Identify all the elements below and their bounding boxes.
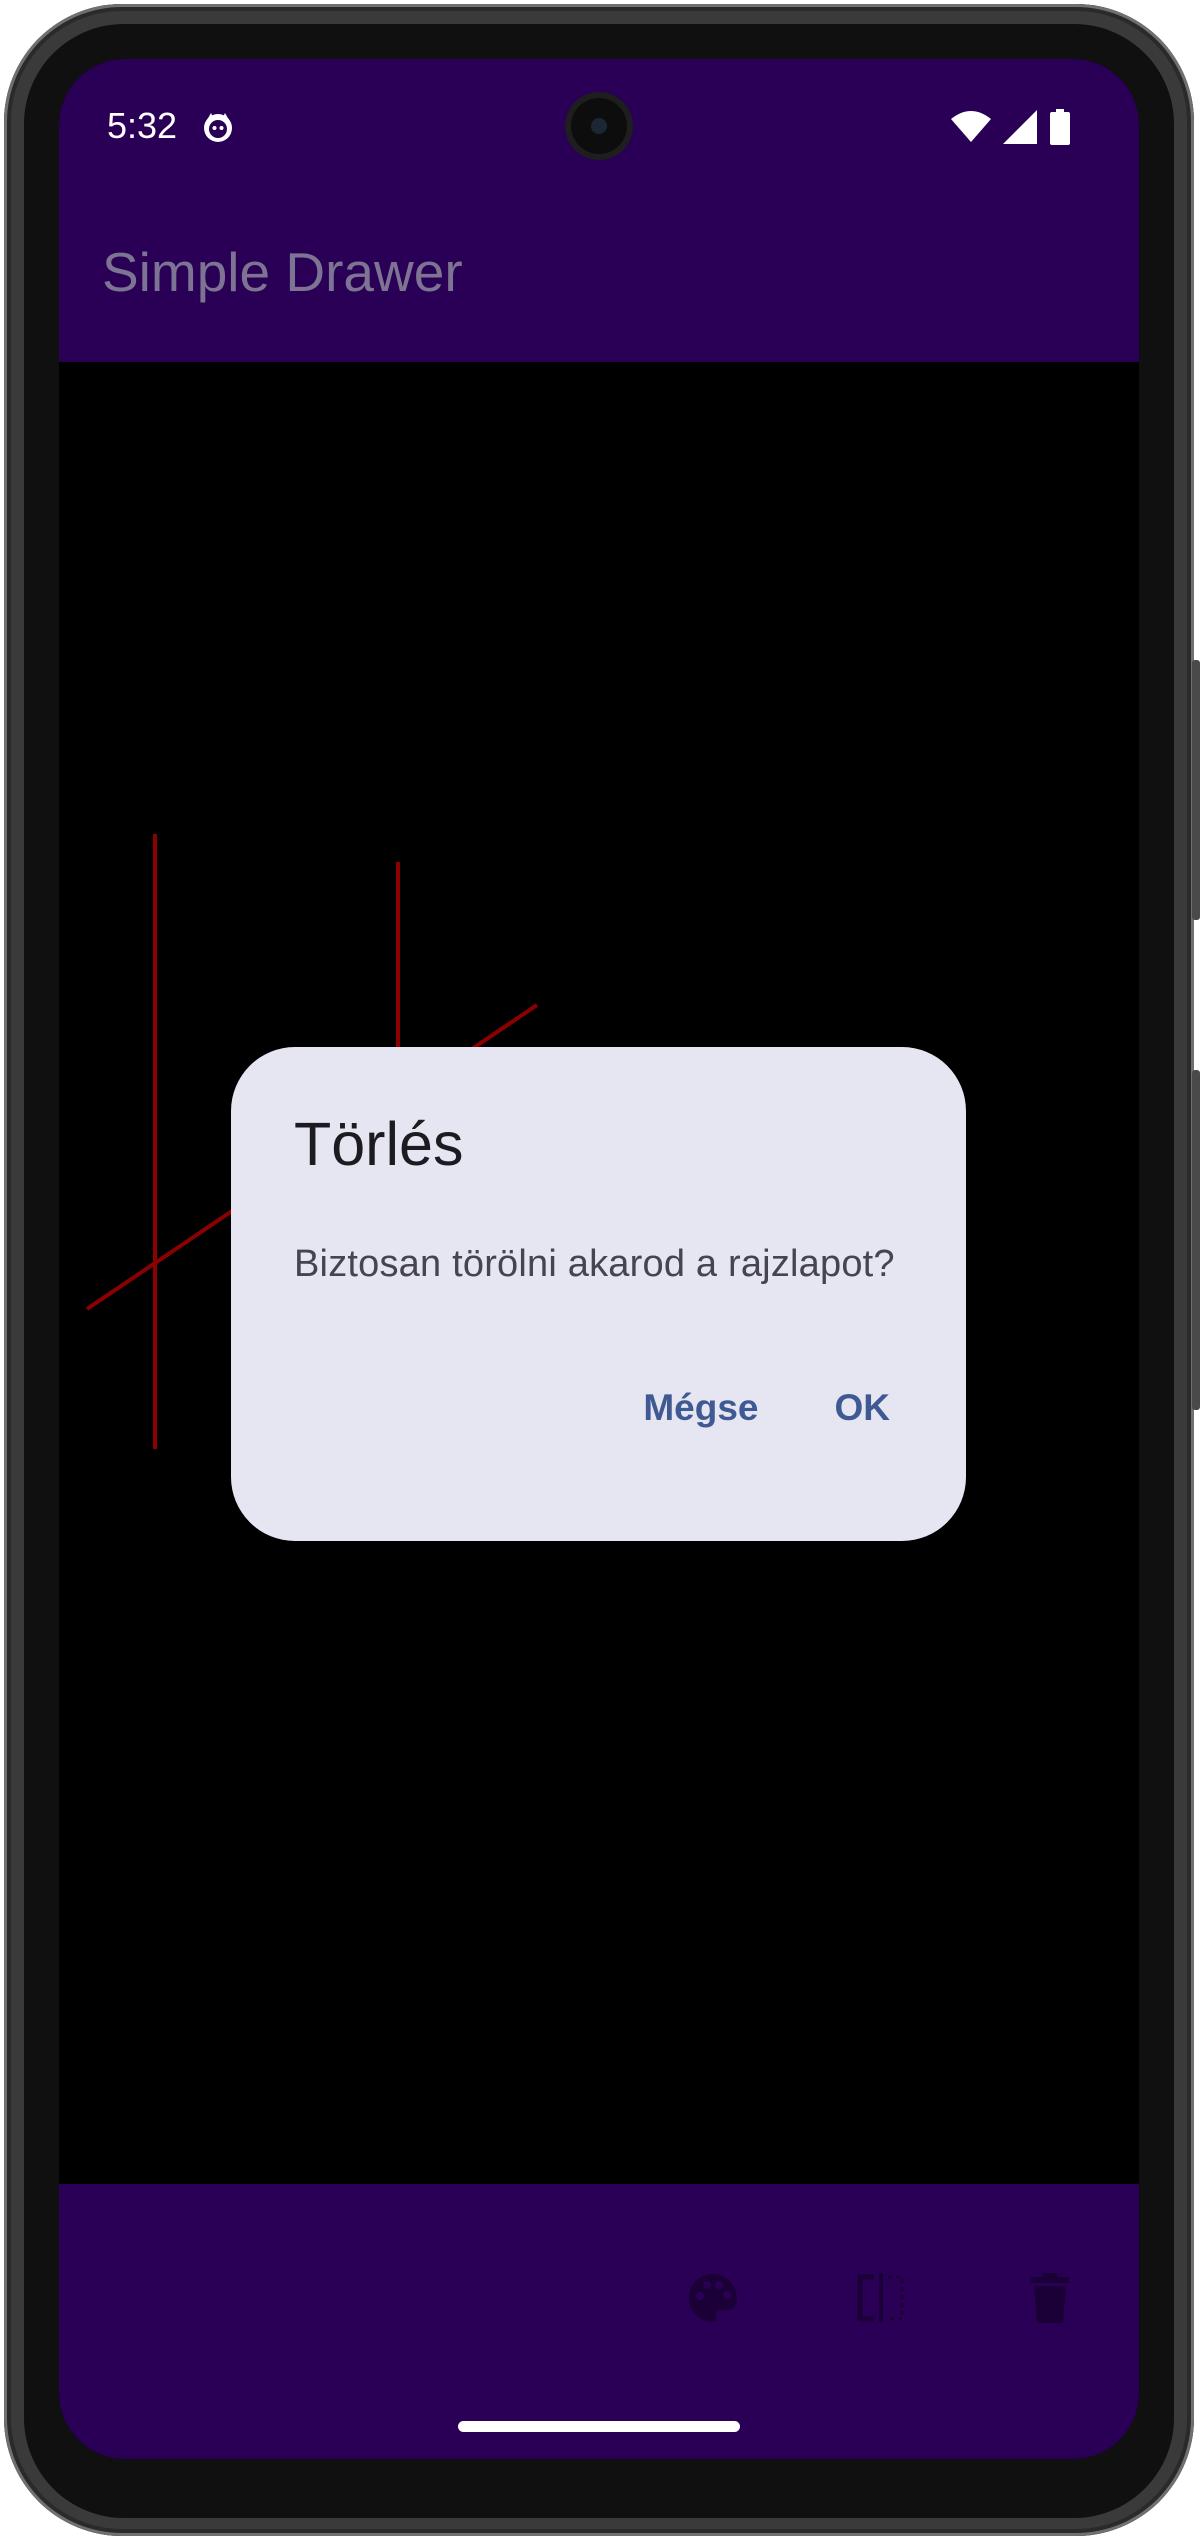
phone-device: 5:32 Simple Drawer Törlés Biztosan töröl… (0, 0, 1200, 2541)
ok-button[interactable]: OK (829, 1377, 897, 1439)
power-button (1192, 660, 1200, 920)
volume-button (1192, 1070, 1200, 1410)
dialog-actions: Mégse OK (637, 1377, 896, 1439)
dialog-message: Biztosan törölni akarod a rajzlapot? (294, 1243, 895, 1285)
cancel-button[interactable]: Mégse (637, 1377, 764, 1439)
screen: 5:32 Simple Drawer Törlés Biztosan töröl… (59, 59, 1139, 2459)
dialog-title: Törlés (294, 1110, 464, 1178)
delete-confirm-dialog: Törlés Biztosan törölni akarod a rajzlap… (231, 1047, 966, 1541)
